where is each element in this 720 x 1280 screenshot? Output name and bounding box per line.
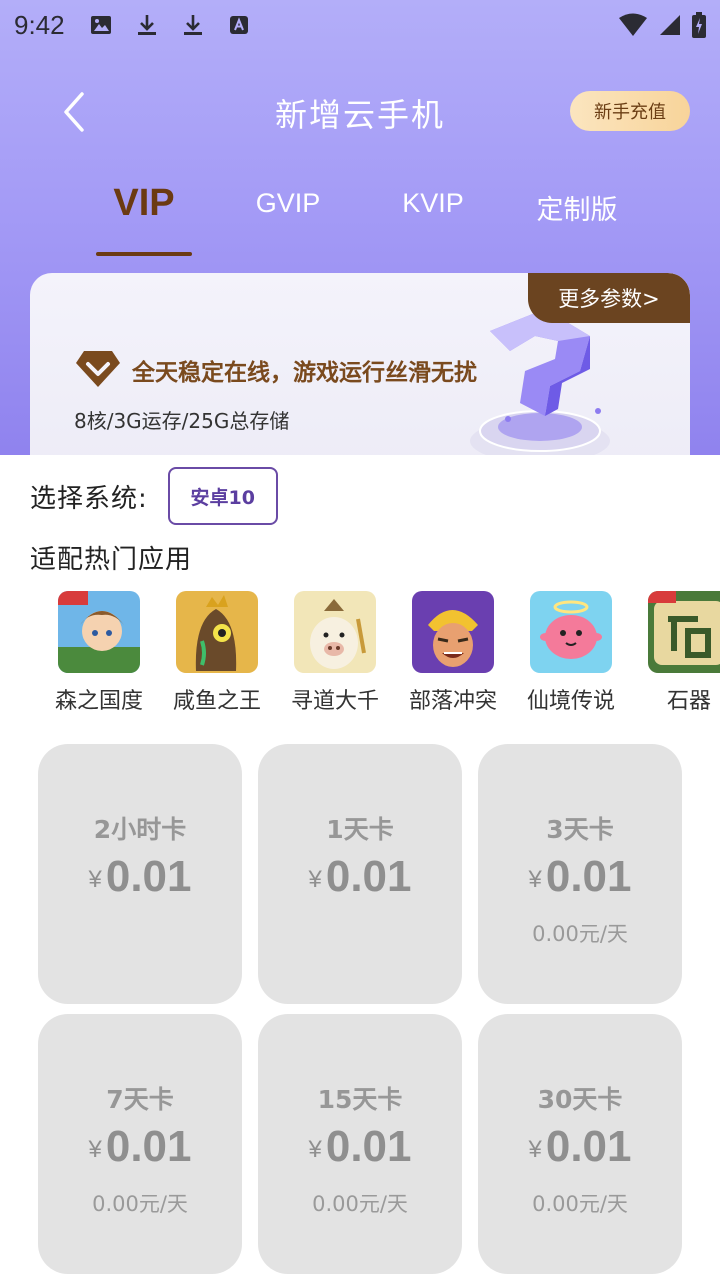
notification-icons bbox=[89, 13, 251, 37]
tier-tabs: VIP GVIP KVIP 定制版 bbox=[0, 180, 720, 260]
plan-daily-price: 0.00元/天 bbox=[532, 922, 628, 946]
plan-card[interactable]: 15天卡 ¥0.01 0.00元/天 bbox=[258, 1014, 462, 1274]
currency-symbol: ¥ bbox=[88, 1136, 102, 1163]
diamond-icon bbox=[76, 351, 120, 387]
apps-label: 适配热门应用 bbox=[30, 545, 193, 575]
currency-symbol: ¥ bbox=[528, 1136, 542, 1163]
plan-price: ¥0.01 bbox=[258, 1122, 462, 1172]
plan-title: 1天卡 bbox=[326, 815, 394, 844]
plan-card[interactable]: 1天卡 ¥0.01 bbox=[258, 744, 462, 1004]
system-status-icons bbox=[618, 12, 706, 38]
tab-custom[interactable]: 定制版 bbox=[522, 188, 632, 227]
system-label: 选择系统: bbox=[30, 483, 148, 514]
app-item[interactable]: 森之国度 bbox=[40, 591, 158, 715]
currency-symbol: ¥ bbox=[308, 1136, 322, 1163]
app-name: 部落冲突 bbox=[408, 689, 497, 714]
wifi-icon bbox=[619, 13, 647, 36]
app-item[interactable]: 仙境传说 bbox=[512, 591, 630, 715]
plan-daily-price: 0.00元/天 bbox=[92, 1192, 188, 1216]
price-amount: 0.01 bbox=[105, 1122, 192, 1171]
plan-daily-price: 0.00元/天 bbox=[312, 1192, 408, 1216]
plan-price: ¥0.01 bbox=[38, 852, 242, 902]
status-time: 9:42 bbox=[14, 9, 65, 40]
system-selector: 选择系统: 安卓10 bbox=[30, 467, 278, 525]
plan-price: ¥0.01 bbox=[478, 1122, 682, 1172]
signal-icon bbox=[660, 15, 680, 35]
plan-title: 30天卡 bbox=[537, 1085, 623, 1114]
plan-title: 3天卡 bbox=[546, 815, 614, 844]
plan-card[interactable]: 7天卡 ¥0.01 0.00元/天 bbox=[38, 1014, 242, 1274]
app-item[interactable]: 寻道大千 bbox=[276, 591, 394, 715]
image-icon bbox=[90, 16, 111, 34]
more-params-button[interactable]: 更多参数> bbox=[528, 273, 690, 323]
card-headline: 全天稳定在线，游戏运行丝滑无扰 bbox=[132, 360, 477, 386]
plan-price: ¥0.01 bbox=[478, 852, 682, 902]
currency-symbol: ¥ bbox=[88, 866, 102, 893]
app-notification-icon bbox=[229, 16, 248, 34]
currency-symbol: ¥ bbox=[528, 866, 542, 893]
price-amount: 0.01 bbox=[545, 1122, 632, 1171]
tab-kvip[interactable]: KVIP bbox=[383, 188, 483, 219]
xundao-daqian-icon bbox=[294, 591, 376, 673]
battery-icon bbox=[692, 12, 706, 38]
tab-gvip[interactable]: GVIP bbox=[238, 188, 338, 219]
plan-card[interactable]: 30天卡 ¥0.01 0.00元/天 bbox=[478, 1014, 682, 1274]
plan-price: ¥0.01 bbox=[258, 852, 462, 902]
salted-fish-king-icon bbox=[176, 591, 258, 673]
plan-title: 2小时卡 bbox=[93, 815, 187, 844]
app-name: 森之国度 bbox=[54, 689, 143, 714]
app-item[interactable]: 咸鱼之王 bbox=[158, 591, 276, 715]
app-name: 咸鱼之王 bbox=[172, 689, 261, 714]
system-option-android10[interactable]: 安卓10 bbox=[167, 467, 278, 525]
price-amount: 0.01 bbox=[545, 852, 632, 901]
app-name: 寻道大千 bbox=[290, 689, 379, 714]
forest-kingdom-icon bbox=[58, 591, 140, 673]
download-icon bbox=[137, 15, 156, 35]
price-amount: 0.01 bbox=[325, 1122, 412, 1171]
plan-price: ¥0.01 bbox=[38, 1122, 242, 1172]
app-name: 仙境传说 bbox=[526, 689, 615, 714]
download-icon bbox=[183, 15, 202, 35]
price-amount: 0.01 bbox=[105, 852, 192, 901]
newbie-recharge-button[interactable]: 新手充值 bbox=[570, 91, 690, 131]
clash-of-clans-icon bbox=[412, 591, 494, 673]
app-item[interactable]: 部落冲突 bbox=[394, 591, 512, 715]
currency-symbol: ¥ bbox=[308, 866, 322, 893]
stone-age-icon bbox=[648, 591, 720, 673]
purchase-sheet: 选择系统: 安卓10 适配热门应用 森之国度 咸鱼之王 寻道大千 部落冲突 仙境… bbox=[0, 455, 720, 1280]
status-bar: 9:42 bbox=[0, 0, 720, 50]
ragnarok-icon bbox=[530, 591, 612, 673]
active-tab-indicator bbox=[96, 252, 192, 256]
card-spec: 8核/3G运存/25G总存储 bbox=[74, 409, 290, 433]
app-header: 新增云手机 新手充值 bbox=[0, 80, 720, 144]
plan-daily-price: 0.00元/天 bbox=[532, 1192, 628, 1216]
price-amount: 0.01 bbox=[325, 852, 412, 901]
plan-card[interactable]: 3天卡 ¥0.01 0.00元/天 bbox=[478, 744, 682, 1004]
tab-vip[interactable]: VIP bbox=[96, 182, 192, 225]
plan-title: 7天卡 bbox=[106, 1085, 174, 1114]
plan-card[interactable]: 2小时卡 ¥0.01 bbox=[38, 744, 242, 1004]
popular-apps-row: 森之国度 咸鱼之王 寻道大千 部落冲突 仙境传说 石器 bbox=[0, 591, 720, 721]
app-name: 石器 bbox=[666, 689, 711, 714]
plan-title: 15天卡 bbox=[317, 1085, 403, 1114]
app-item[interactable]: 石器 bbox=[630, 591, 720, 715]
